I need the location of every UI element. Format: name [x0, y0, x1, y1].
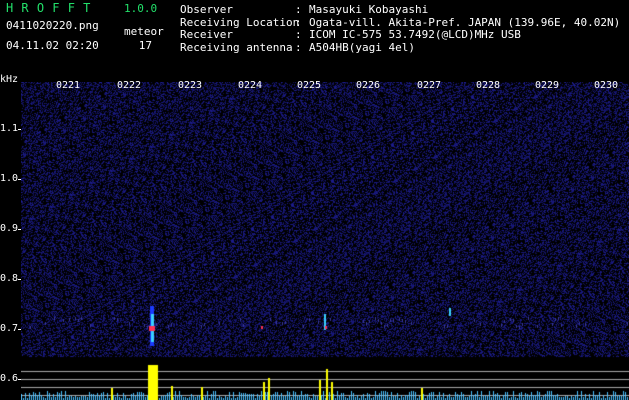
meta-value: ICOM IC-575 53.7492(@LCD)MHz USB [309, 28, 521, 42]
y-label-1.1: 1.1 [0, 123, 19, 134]
meta-key: Observer [180, 3, 233, 16]
meta-sep: : [295, 28, 302, 42]
meta-value: Masayuki Kobayashi [309, 3, 429, 16]
unit-label: kHz [0, 74, 19, 85]
time-label-0229: 0229 [535, 80, 560, 91]
meta-value: A504HB(yagi 4el) [309, 40, 415, 54]
time-label-0227: 0227 [417, 80, 442, 91]
meta-key: Receiver [180, 28, 233, 42]
app-title: HROFFT [6, 1, 99, 15]
time-label-0226: 0226 [356, 80, 381, 91]
time-label-0223: 0223 [178, 80, 203, 91]
time-label-0225: 0225 [297, 80, 322, 91]
time-label-0230: 0230 [594, 80, 619, 91]
y-label-0.9: 0.9 [0, 223, 19, 234]
time-label-0221: 0221 [56, 80, 81, 91]
time-label-0224: 0224 [238, 80, 263, 91]
meta-value: Ogata-vill. Akita-Pref. JAPAN (139.96E, … [309, 15, 621, 29]
filename: 0411020220.png [6, 19, 99, 32]
y-label-0.7: 0.7 [0, 323, 19, 334]
time-label-0222: 0222 [117, 80, 142, 91]
spectrogram [21, 82, 629, 400]
y-label-0.8: 0.8 [0, 273, 19, 284]
meteor-count: 17 [138, 39, 152, 52]
time-label-0228: 0228 [476, 80, 501, 91]
header: HROFFT 1.0.0 0411020220.png meteor 17 04… [0, 0, 629, 78]
meta-key: Receiving antenna [180, 40, 293, 54]
meta-sep: : [295, 3, 302, 16]
meta-row-antenna: Receiving antenna: A504HB(yagi 4el) [180, 40, 620, 55]
meta-sep: : [295, 40, 302, 54]
app-version: 1.0.0 [124, 2, 158, 15]
meteor-label: meteor [124, 25, 164, 38]
datetime: 04.11.02 02:20 [6, 39, 99, 52]
metadata-block: Observer: Masayuki Kobayashi Receiving Lo… [180, 3, 621, 55]
y-label-0.6: 0.6 [0, 373, 19, 384]
y-label-1.0: 1.0 [0, 173, 19, 184]
